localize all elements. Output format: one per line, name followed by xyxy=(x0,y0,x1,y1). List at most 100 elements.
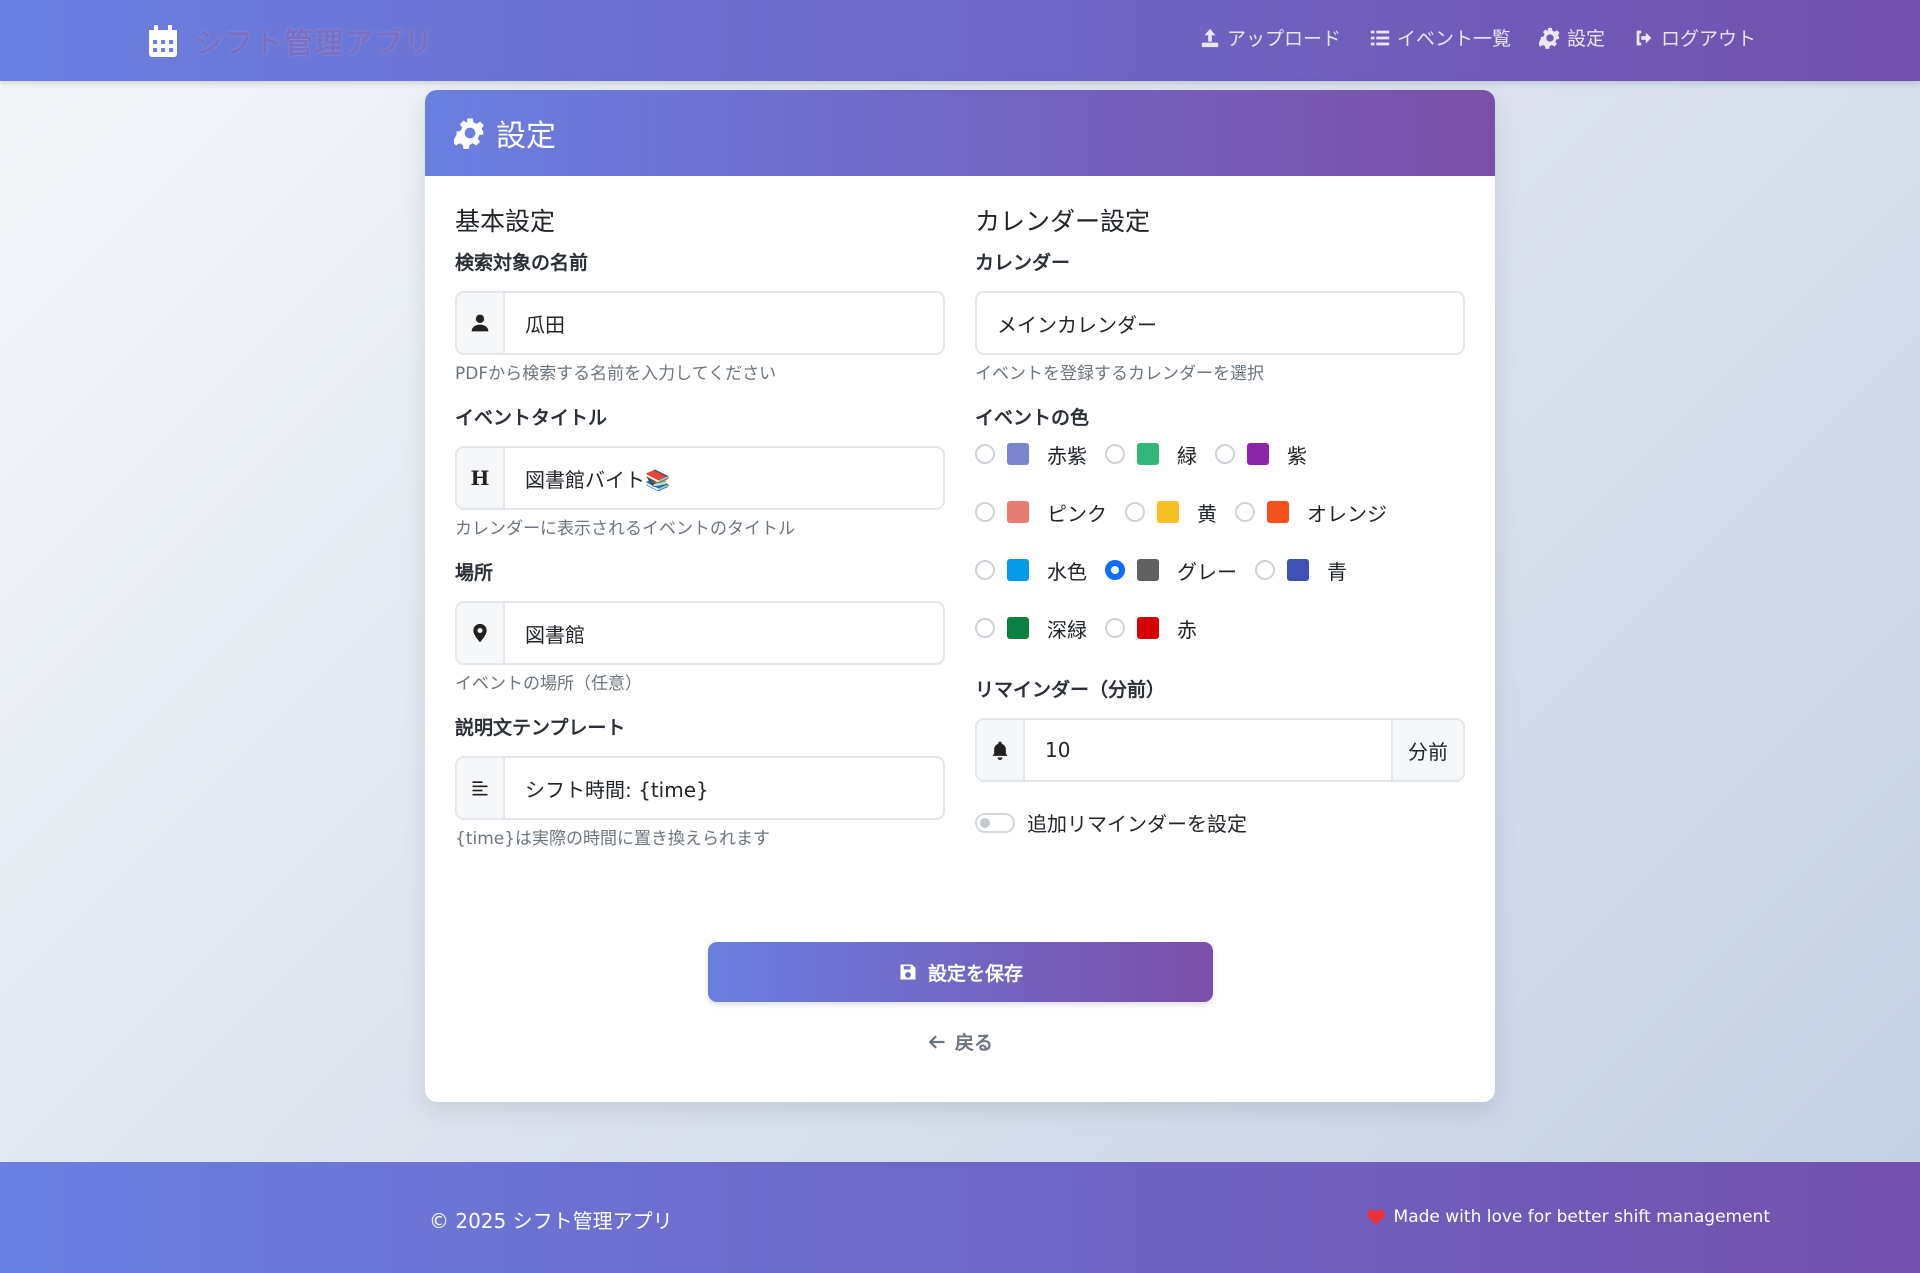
color-radio[interactable] xyxy=(1105,444,1125,464)
extra-reminder-switch[interactable] xyxy=(975,812,1015,833)
event-title-input-group: H xyxy=(455,446,945,510)
settings-card: 設定 基本設定 検索対象の名前 PDFから検索する名前を入力してください イベン… xyxy=(425,90,1495,1102)
location-help: イベントの場所（任意） xyxy=(455,674,642,694)
color-option[interactable]: 赤 xyxy=(1105,615,1197,642)
footer: © 2025 シフト管理アプリ Made with love for bette… xyxy=(0,1162,1920,1273)
color-radio[interactable] xyxy=(1215,444,1235,464)
color-swatch xyxy=(1007,501,1029,523)
color-radio[interactable] xyxy=(1125,502,1145,522)
color-name: 赤 xyxy=(1177,617,1197,642)
basic-settings: 基本設定 検索対象の名前 PDFから検索する名前を入力してください イベントタイ… xyxy=(455,202,945,868)
color-swatch xyxy=(1247,443,1269,465)
back-link[interactable]: 戻る xyxy=(425,1028,1495,1055)
back-link-label: 戻る xyxy=(954,1032,993,1054)
brand[interactable]: シフト管理アプリ xyxy=(148,20,434,62)
nav-event-list[interactable]: イベント一覧 xyxy=(1369,24,1511,51)
map-pin-icon xyxy=(457,603,505,663)
reminder-input-group: 分前 xyxy=(975,718,1465,782)
copyright: © 2025 シフト管理アプリ xyxy=(429,1209,673,1233)
heading-icon: H xyxy=(457,448,505,508)
color-radio[interactable] xyxy=(1105,618,1125,638)
color-swatch xyxy=(1007,443,1029,465)
color-option[interactable]: 青 xyxy=(1255,557,1347,584)
color-swatch xyxy=(1137,443,1159,465)
page-title: 設定 xyxy=(496,119,556,154)
save-button[interactable]: 設定を保存 xyxy=(708,942,1213,1002)
nav-settings[interactable]: 設定 xyxy=(1538,24,1605,51)
color-name: 深緑 xyxy=(1047,617,1087,642)
event-title-help: カレンダーに表示されるイベントのタイトル xyxy=(455,519,795,539)
color-option[interactable]: グレー xyxy=(1105,557,1237,584)
color-option[interactable]: 緑 xyxy=(1105,441,1197,468)
color-swatch xyxy=(1267,501,1289,523)
color-name: 紫 xyxy=(1287,443,1307,468)
calendar-settings: カレンダー設定 カレンダー メインカレンダー イベントを登録するカレンダーを選択… xyxy=(975,202,1465,837)
color-label: イベントの色 xyxy=(975,407,1090,429)
calendar-select-value: メインカレンダー xyxy=(997,312,1157,337)
color-swatch xyxy=(1287,559,1309,581)
nav-logout[interactable]: ログアウト xyxy=(1633,24,1756,51)
color-name: グレー xyxy=(1177,559,1237,584)
color-swatch xyxy=(1157,501,1179,523)
user-icon xyxy=(457,293,505,353)
reminder-label: リマインダー（分前） xyxy=(975,679,1166,701)
description-help: {time}は実際の時間に置き換えられます xyxy=(455,829,771,849)
card-header: 設定 xyxy=(425,90,1495,176)
name-label: 検索対象の名前 xyxy=(455,252,589,274)
main-nav: アップロード イベント一覧 設定 ログアウト xyxy=(1199,24,1756,51)
footer-tagline-text: Made with love for better shift manageme… xyxy=(1393,1207,1770,1227)
color-swatch xyxy=(1137,559,1159,581)
list-icon xyxy=(1370,30,1390,45)
gear-icon xyxy=(454,118,484,149)
color-option[interactable]: 水色 xyxy=(975,557,1087,584)
heading-icon-glyph: H xyxy=(470,466,490,490)
name-input[interactable] xyxy=(505,293,943,353)
color-name: 緑 xyxy=(1177,443,1197,468)
save-icon xyxy=(900,964,916,980)
reminder-input[interactable] xyxy=(1025,720,1391,780)
gear-icon xyxy=(1538,27,1560,49)
basic-section-title: 基本設定 xyxy=(455,207,556,236)
brand-title: シフト管理アプリ xyxy=(194,26,435,60)
color-swatch xyxy=(1007,559,1029,581)
heart-icon xyxy=(1366,1209,1385,1226)
color-name: 青 xyxy=(1327,559,1347,584)
nav-settings-label: 設定 xyxy=(1566,28,1605,50)
color-option[interactable]: 紫 xyxy=(1215,441,1307,468)
color-radio[interactable] xyxy=(975,560,995,580)
event-title-input[interactable] xyxy=(505,448,943,508)
nav-upload[interactable]: アップロード xyxy=(1199,24,1341,51)
color-option[interactable]: 黄 xyxy=(1125,499,1217,526)
bell-icon xyxy=(977,720,1025,780)
navbar: シフト管理アプリ アップロード イベント一覧 設定 ログアウト xyxy=(0,0,1920,81)
name-help: PDFから検索する名前を入力してください xyxy=(455,364,777,384)
extra-reminder-toggle[interactable]: 追加リマインダーを設定 xyxy=(975,808,1465,837)
description-input[interactable] xyxy=(505,758,943,818)
color-swatch xyxy=(1007,617,1029,639)
color-radio[interactable] xyxy=(975,618,995,638)
color-radio[interactable] xyxy=(1235,502,1255,522)
logout-icon xyxy=(1636,30,1652,45)
color-radio[interactable] xyxy=(1105,560,1125,580)
reminder-suffix: 分前 xyxy=(1391,720,1463,780)
location-label: 場所 xyxy=(455,562,494,584)
color-name: ピンク xyxy=(1047,501,1107,526)
color-option[interactable]: 赤紫 xyxy=(975,441,1087,468)
event-title-label: イベントタイトル xyxy=(455,407,608,429)
calendar-icon xyxy=(149,25,177,57)
nav-upload-label: アップロード xyxy=(1226,28,1341,50)
color-option[interactable]: オレンジ xyxy=(1235,499,1387,526)
calendar-label: カレンダー xyxy=(975,252,1071,274)
color-option[interactable]: ピンク xyxy=(975,499,1107,526)
color-name: 水色 xyxy=(1047,559,1087,584)
color-radio[interactable] xyxy=(975,502,995,522)
name-input-group xyxy=(455,291,945,355)
color-option[interactable]: 深緑 xyxy=(975,615,1087,642)
align-left-icon xyxy=(457,758,505,818)
color-radio[interactable] xyxy=(975,444,995,464)
color-options: 赤紫 緑 紫ピンク 黄 オレンジ水色 グレー 青深緑 赤 xyxy=(975,441,1465,642)
nav-event-list-label: イベント一覧 xyxy=(1396,28,1511,50)
location-input[interactable] xyxy=(505,603,943,663)
calendar-select[interactable]: メインカレンダー xyxy=(975,291,1465,355)
color-radio[interactable] xyxy=(1255,560,1275,580)
